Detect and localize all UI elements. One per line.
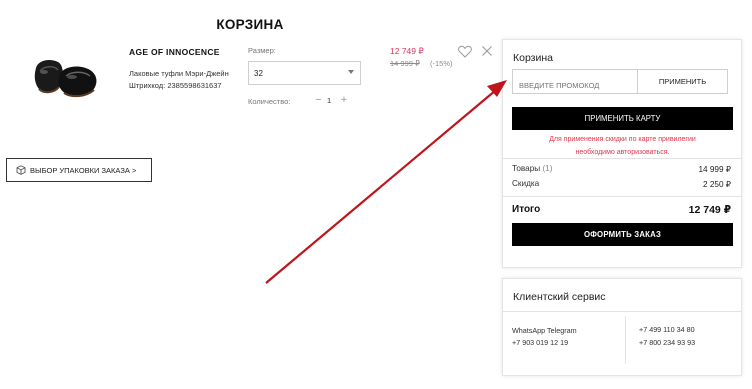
quantity-label: Количество: [248, 97, 291, 106]
checkout-button[interactable]: ОФОРМИТЬ ЗАКАЗ [512, 223, 733, 246]
price-old: 14 999 ₽ [390, 59, 420, 68]
packaging-select-button[interactable]: ВЫБОР УПАКОВКИ ЗАКАЗА > [6, 158, 152, 182]
box-icon [16, 165, 26, 175]
quantity-decrease-button[interactable]: − [314, 93, 323, 107]
phone-moscow[interactable]: +7 499 110 34 80 [639, 325, 695, 334]
phone-free[interactable]: +7 800 234 93 93 [639, 338, 695, 347]
goods-label-text: Товары [512, 164, 541, 173]
apply-card-button[interactable]: ПРИМЕНИТЬ КАРТУ [512, 107, 733, 130]
messenger-links[interactable]: WhatsApp Telegram [512, 326, 577, 335]
divider [503, 196, 741, 197]
quantity-value: 1 [327, 96, 332, 105]
phone-whatsapp[interactable]: +7 903 019 12 19 [512, 338, 568, 347]
page-title: КОРЗИНА [216, 17, 284, 32]
service-title: Клиентский сервис [513, 291, 606, 303]
total-label: Итого [512, 204, 541, 215]
heart-icon[interactable] [458, 45, 472, 58]
product-image[interactable] [30, 48, 100, 104]
discount-label: Скидка [512, 179, 540, 188]
cart-summary-panel: Корзина ПРИМЕНИТЬ ПРИМЕНИТЬ КАРТУ Для пр… [502, 39, 742, 268]
packaging-button-label: ВЫБОР УПАКОВКИ ЗАКАЗА > [30, 165, 137, 175]
size-value: 32 [254, 69, 263, 78]
goods-count: (1) [542, 164, 553, 173]
size-select[interactable]: 32 [248, 61, 361, 85]
client-service-panel: Клиентский сервис WhatsApp Telegram +7 9… [502, 278, 742, 376]
goods-label: Товары (1) [512, 164, 552, 173]
chevron-down-icon [348, 70, 354, 74]
divider [503, 158, 741, 159]
size-label: Размер: [248, 46, 276, 55]
product-name: Лаковые туфли Мэри-Джейн [129, 69, 229, 78]
summary-title: Корзина [513, 52, 553, 64]
price-current: 12 749 ₽ [390, 46, 424, 56]
total-value: 12 749 ₽ [688, 204, 731, 216]
card-note-line1: Для применения скидки по карте привилеги… [549, 136, 696, 143]
quantity-increase-button[interactable]: + [339, 93, 349, 107]
divider [503, 311, 741, 312]
divider [625, 316, 626, 364]
card-auth-note: Для применения скидки по карте привилеги… [512, 133, 733, 159]
close-icon[interactable] [481, 45, 493, 57]
apply-promo-button[interactable]: ПРИМЕНИТЬ [637, 69, 728, 94]
promo-code-input[interactable] [512, 69, 637, 94]
goods-value: 14 999 ₽ [698, 165, 731, 174]
product-sku: Штрихкод: 2385598631637 [129, 81, 222, 90]
product-brand[interactable]: AGE OF INNOCENCE [129, 47, 220, 57]
discount-percent: (-15%) [430, 59, 453, 68]
discount-value: 2 250 ₽ [703, 180, 731, 189]
